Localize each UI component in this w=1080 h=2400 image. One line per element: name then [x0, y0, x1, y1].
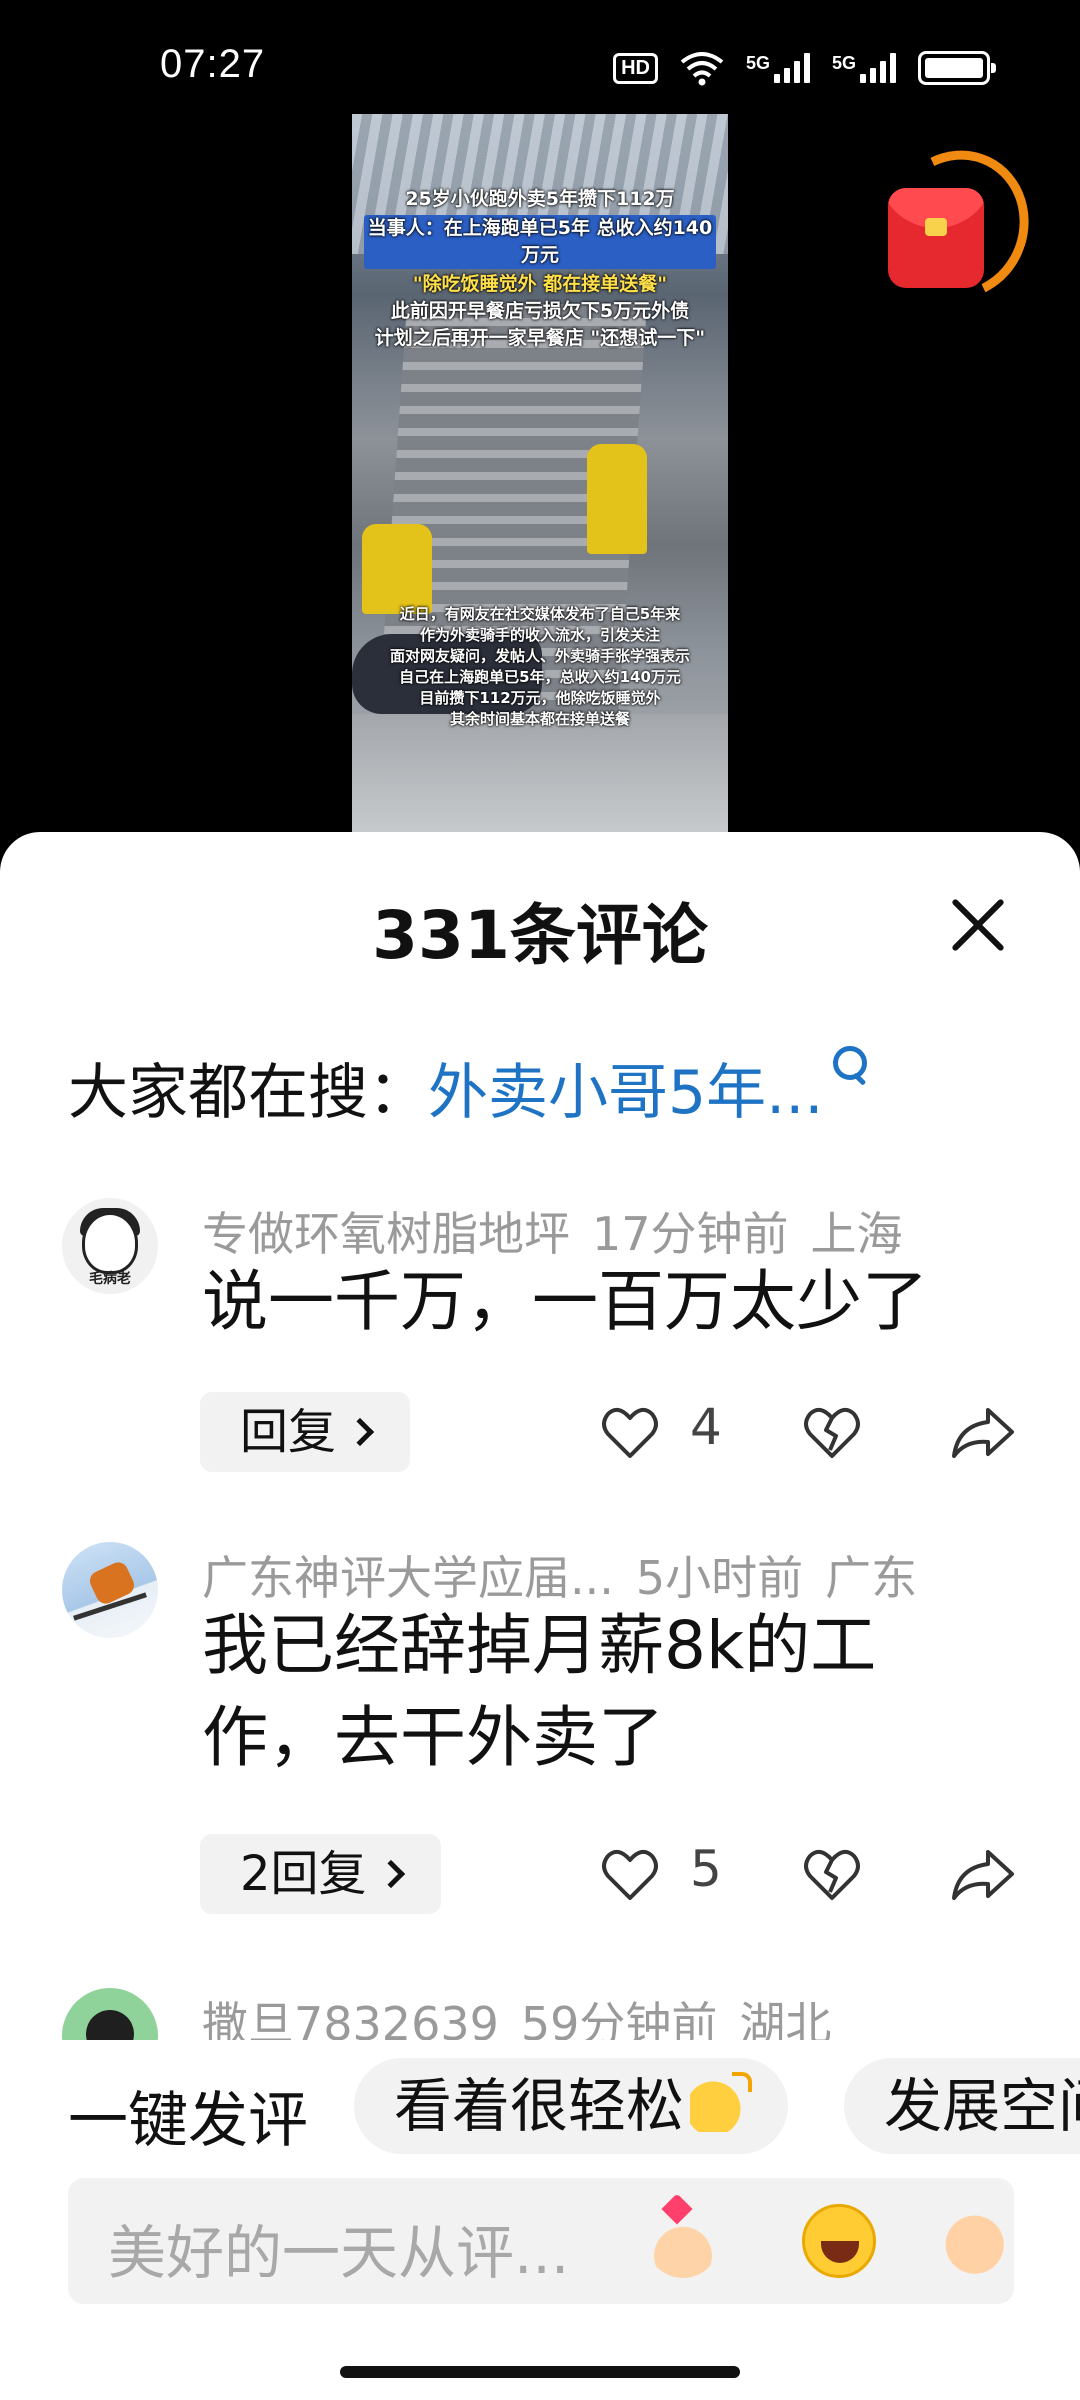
comment-time: 59分钟前 — [520, 1997, 718, 2040]
video-caption-line: 目前攒下112万元，他除吃饭睡觉外 — [419, 689, 661, 707]
video-caption-line: 作为外卖骑手的收入流水，引发关注 — [419, 626, 660, 644]
comment-location: 湖北 — [739, 1997, 832, 2040]
video-headline: 25岁小伙跑外卖5年攒下112万 — [405, 188, 675, 210]
comment-actions: 5 — [600, 1834, 1020, 1914]
reply-label: 回复 — [240, 1404, 337, 1460]
trending-search-query[interactable]: 外卖小哥5年... — [428, 1044, 823, 1131]
reply-label: 2回复 — [240, 1846, 367, 1902]
red-envelope-body — [888, 188, 984, 288]
trending-search[interactable]: 大家都在搜： 外卖小哥5年... — [68, 1044, 873, 1131]
quick-comment-label: 一键发评 — [68, 2086, 308, 2156]
video-line: "除吃饭睡觉外 都在接单送餐" — [412, 273, 668, 295]
signal-5g-2-icon: 5G — [832, 53, 896, 83]
comment-meta: 专做环氧树脂地坪 17分钟前 上海 — [202, 1198, 903, 1264]
reply-button[interactable]: 2回复 — [200, 1834, 441, 1914]
battery-icon — [918, 51, 996, 85]
video-line: 当事人：在上海跑单已5年 总收入约140万元 — [364, 215, 716, 269]
status-bar: 07:27 HD 5G 5G — [0, 0, 1080, 110]
video-rider — [587, 444, 647, 554]
dislike-icon[interactable] — [802, 1404, 862, 1460]
video-player[interactable]: 25岁小伙跑外卖5年攒下112万 当事人：在上海跑单已5年 总收入约140万元 … — [352, 114, 728, 834]
share-icon[interactable] — [948, 1844, 1018, 1904]
status-icons: HD 5G 5G — [613, 50, 996, 86]
video-caption-line: 自己在上海跑单已5年，总收入约140万元 — [399, 668, 681, 686]
battery-level — [925, 58, 983, 78]
comment-actions: 4 — [600, 1392, 1020, 1472]
dislike-icon[interactable] — [802, 1846, 862, 1902]
quick-comment-chip[interactable]: 发展空间 — [844, 2058, 1080, 2154]
flexed-biceps-emoji-icon[interactable] — [934, 2204, 1008, 2278]
comment-location: 广东 — [825, 1551, 918, 1605]
hd-icon: HD — [613, 52, 658, 84]
reply-button[interactable]: 回复 — [200, 1392, 411, 1472]
video-ground — [352, 714, 728, 834]
video-line: 此前因开早餐店亏损欠下5万元外债 — [390, 300, 690, 322]
video-line: 计划之后再开一家早餐店 "还想试一下" — [374, 327, 706, 349]
wifi-icon — [680, 52, 724, 86]
comments-title: 331条评论 — [372, 897, 708, 974]
avatar[interactable] — [62, 1542, 158, 1638]
video-caption-line: 其余时间基本都在接单送餐 — [449, 710, 630, 728]
chevron-right-icon — [376, 1859, 405, 1889]
red-envelope-icon[interactable] — [866, 130, 1050, 320]
comment-text: 说一千万，一百万太少了 — [202, 1263, 928, 1340]
video-rider — [362, 524, 432, 614]
status-time: 07:27 — [160, 42, 266, 86]
video-headline-block: 25岁小伙跑外卖5年攒下112万 当事人：在上海跑单已5年 总收入约140万元 … — [352, 186, 728, 352]
search-icon[interactable] — [829, 1042, 873, 1092]
video-caption-line: 面对网友疑问，发帖人、外卖骑手张学强表示 — [389, 647, 690, 665]
like-icon[interactable] — [600, 1404, 660, 1460]
like-icon[interactable] — [600, 1846, 660, 1902]
finger-heart-emoji-icon[interactable] — [646, 2204, 720, 2278]
avatar[interactable]: 毛病老 — [62, 1198, 158, 1294]
comment-time: 5小时前 — [635, 1551, 804, 1605]
video-caption-line: 近日，有网友在社交媒体发布了自己5年来 — [399, 605, 681, 623]
laughing-face-emoji-icon[interactable] — [802, 2204, 876, 2278]
comment-meta: 撒旦7832639 59分钟前 湖北 — [202, 1988, 831, 2040]
comment-username[interactable]: 广东神评大学应届... — [202, 1551, 614, 1605]
quick-comment-bar: 一键发评 看着很轻松 发展空间 — [0, 2058, 1080, 2158]
signal-5g-1-icon: 5G — [746, 53, 810, 83]
like-count: 5 — [690, 1840, 722, 1898]
comment-location: 上海 — [810, 1207, 903, 1261]
clapping-hands-icon — [690, 2072, 753, 2132]
comment-input-placeholder: 美好的一天从评... — [108, 2219, 570, 2287]
quick-comment-chip[interactable]: 看着很轻松 — [354, 2058, 789, 2154]
comment-input[interactable]: 美好的一天从评... — [68, 2178, 1014, 2304]
comments-sheet: 331条评论 大家都在搜： 外卖小哥5年... 毛病老 专做环氧树脂地坪 17分钟… — [0, 832, 1080, 2400]
video-caption: 近日，有网友在社交媒体发布了自己5年来 作为外卖骑手的收入流水，引发关注 面对网… — [352, 604, 728, 730]
comment-item: 撒旦7832639 59分钟前 湖北 — [0, 1984, 1080, 2040]
share-icon[interactable] — [948, 1402, 1018, 1462]
trending-search-label: 大家都在搜： — [68, 1058, 428, 1128]
like-count: 4 — [690, 1398, 722, 1456]
comment-text: 我已经辞掉月薪8k的工作，去干外卖了 — [202, 1607, 877, 1776]
close-icon[interactable] — [942, 890, 1012, 960]
avatar[interactable] — [62, 1988, 158, 2040]
home-indicator[interactable] — [340, 2366, 740, 2378]
comment-meta: 广东神评大学应届... 5小时前 广东 — [202, 1542, 917, 1608]
comment-time: 17分钟前 — [592, 1207, 789, 1261]
chevron-right-icon — [345, 1417, 375, 1447]
comment-username[interactable]: 撒旦7832639 — [202, 1997, 499, 2040]
comment-username[interactable]: 专做环氧树脂地坪 — [202, 1207, 570, 1261]
